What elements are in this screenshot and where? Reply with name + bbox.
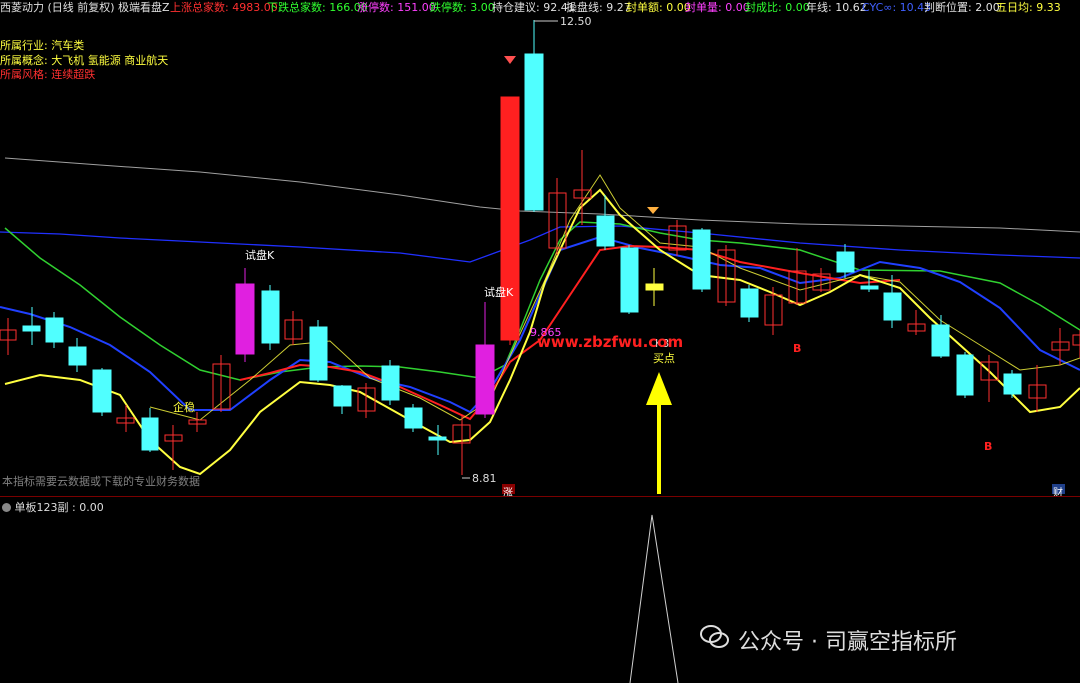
candle (620, 245, 639, 314)
notice-text: 本指标需要云数据或下载的专业财务数据 (2, 475, 200, 488)
candle (1072, 330, 1080, 358)
gem-marker-icon (504, 56, 516, 64)
candle (500, 96, 520, 345)
header-item: 上涨总家数: 4983.00 (170, 1, 278, 14)
candle (717, 245, 736, 306)
panel-divider (0, 496, 1080, 497)
header-item: 持仓建议: 92.41 (492, 1, 575, 14)
candle (740, 285, 759, 322)
header-item: 跌停数: 3.00 (430, 1, 495, 14)
header-bar: 西菱动力 (日线 前复权) 极端看盘Z 上涨总家数: 4983.00 下跌总家数: 1… (0, 0, 1080, 16)
candlestick-chart[interactable] (0, 16, 1080, 494)
sub-indicator-chart[interactable] (0, 510, 1080, 683)
high-price-label: 12.50 (560, 15, 592, 28)
candles[interactable] (0, 20, 1080, 475)
b-marker: B (793, 342, 802, 355)
candle (1003, 370, 1022, 398)
header-item: 封成比: 0.00 (745, 1, 810, 14)
green-ma-line (4, 221, 1080, 381)
stabilize-label: 企稳 (173, 401, 195, 414)
candle (92, 368, 112, 416)
candle (235, 268, 255, 362)
candle (1028, 365, 1047, 412)
header-item: 操盘线: 9.27 (566, 1, 631, 14)
header-item: 年线: 10.62 (806, 1, 867, 14)
candle (692, 228, 711, 292)
header-item: 西菱动力 (日线 前复权) (0, 1, 115, 14)
header-item: 判断位置: 2.00 (924, 1, 1000, 14)
candle (907, 310, 926, 335)
watermark-text: 公众号 · 司赢空指标所 (738, 630, 957, 655)
watermark-url: www.zbzfwu.com (537, 333, 684, 351)
candle (428, 425, 447, 455)
candle (381, 360, 400, 405)
header-item: 涨停数: 151.00 (357, 1, 436, 14)
candle (188, 412, 207, 432)
candle (68, 338, 87, 372)
wechat-icon (700, 625, 729, 648)
test-k-label: 试盘K (484, 286, 514, 299)
indicator-spike-line (629, 514, 679, 683)
b-marker: B (984, 440, 993, 453)
candle (956, 352, 974, 398)
candle (524, 20, 544, 212)
header-item: 封单量: 0.00 (685, 1, 750, 14)
candle (452, 415, 471, 475)
buy-arrow-head-icon (646, 372, 672, 405)
header-item: 封单额: 0.00 (626, 1, 691, 14)
candle (764, 287, 783, 335)
candle (645, 268, 664, 306)
candle (141, 408, 159, 452)
header-item: 下跌总家数: 166.00 (267, 1, 368, 14)
test-k-label: 试盘K (245, 249, 275, 262)
candle (475, 302, 495, 418)
header-item: 五日均: 9.33 (996, 1, 1061, 14)
candle (1051, 328, 1070, 365)
low-price-label: 8.81 (472, 472, 497, 485)
candle (333, 385, 352, 414)
header-item: CYC∞: 10.43 (862, 1, 932, 14)
buy-point-label: 买点 (653, 352, 675, 365)
candle (668, 220, 687, 256)
blue-ma-line (0, 225, 1080, 263)
candle (164, 425, 183, 470)
candle (309, 320, 328, 382)
candle (45, 312, 64, 348)
candle (357, 383, 376, 418)
candle (212, 355, 231, 412)
gem-marker-icon (647, 207, 659, 214)
candle (404, 404, 423, 432)
candle (261, 285, 280, 350)
candle (0, 318, 17, 355)
candle (284, 311, 303, 345)
yellow-thin-line (149, 174, 1080, 421)
candle (788, 248, 807, 305)
header-item: 极端看盘Z (118, 1, 170, 14)
candle (116, 405, 135, 432)
